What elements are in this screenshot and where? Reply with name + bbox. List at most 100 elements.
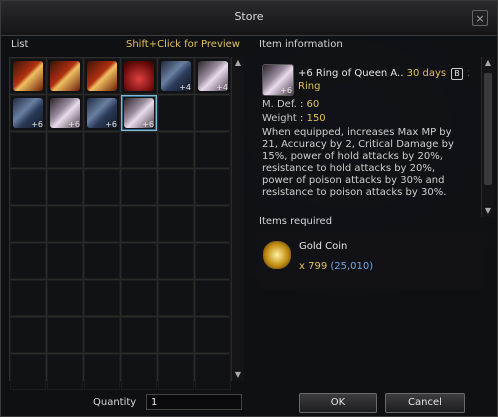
- empty-slot[interactable]: [10, 243, 46, 279]
- item-slot[interactable]: [47, 58, 83, 94]
- empty-slot[interactable]: [158, 169, 194, 205]
- item-duration: 30 days: [406, 68, 447, 79]
- cancel-button[interactable]: Cancel: [385, 393, 465, 413]
- sword-icon: [87, 61, 117, 91]
- weight-value: 150: [306, 113, 326, 124]
- empty-slot[interactable]: [158, 243, 194, 279]
- item-slot[interactable]: [10, 58, 46, 94]
- mdef-value: 60: [306, 99, 320, 110]
- sword-icon: [13, 61, 43, 91]
- empty-slot[interactable]: [195, 243, 231, 279]
- empty-slot[interactable]: [84, 206, 120, 242]
- gold-coin-icon: [263, 241, 291, 269]
- selected-item-icon: +6: [262, 64, 294, 96]
- empty-slot[interactable]: [158, 95, 194, 131]
- required-item-name: Gold Coin: [299, 241, 348, 252]
- empty-slot[interactable]: [47, 132, 83, 168]
- owned-amount: (25,010): [330, 261, 374, 272]
- store-window: Store × List Shift+Click for Preview +4 +…: [0, 0, 498, 417]
- item-slot[interactable]: [121, 58, 157, 94]
- empty-slot[interactable]: [195, 206, 231, 242]
- empty-slot[interactable]: [10, 354, 46, 390]
- scroll-down-arrow-icon[interactable]: ▼: [232, 369, 244, 381]
- info-scroll-down-arrow-icon[interactable]: ▼: [482, 205, 494, 217]
- slot-enchant-count: +6: [142, 120, 154, 129]
- item-slot[interactable]: +6: [47, 95, 83, 131]
- empty-slot[interactable]: [10, 206, 46, 242]
- slot-enchant-count: +6: [31, 120, 43, 129]
- empty-slot[interactable]: [158, 317, 194, 353]
- item-slot[interactable]: +6: [121, 95, 157, 131]
- empty-slot[interactable]: [158, 280, 194, 316]
- item-slot[interactable]: +4: [158, 58, 194, 94]
- empty-slot[interactable]: [158, 132, 194, 168]
- item-info-label: Item information: [259, 39, 343, 50]
- empty-slot[interactable]: [47, 280, 83, 316]
- quantity-input[interactable]: [146, 394, 242, 410]
- item-slot[interactable]: +6: [84, 95, 120, 131]
- item-enchant-count: +6: [280, 86, 292, 95]
- empty-slot[interactable]: [10, 132, 46, 168]
- ok-button[interactable]: OK: [299, 393, 377, 413]
- mdef-label: M. Def. :: [262, 99, 304, 110]
- empty-slot[interactable]: [121, 169, 157, 205]
- info-scrollbar[interactable]: ▲ ▼: [481, 57, 494, 217]
- slot-enchant-count: +4: [216, 83, 228, 92]
- item-slot[interactable]: +6: [10, 95, 46, 131]
- empty-slot[interactable]: [84, 317, 120, 353]
- grade-badge: B: [451, 68, 463, 80]
- slot-enchant-count: +6: [68, 120, 80, 129]
- empty-slot[interactable]: [195, 132, 231, 168]
- empty-slot[interactable]: [195, 354, 231, 390]
- empty-slot[interactable]: [121, 317, 157, 353]
- close-button[interactable]: ×: [472, 10, 488, 26]
- empty-slot[interactable]: [47, 243, 83, 279]
- empty-slot[interactable]: [84, 169, 120, 205]
- empty-slot[interactable]: [158, 354, 194, 390]
- empty-slot[interactable]: [121, 280, 157, 316]
- empty-slot[interactable]: [195, 280, 231, 316]
- empty-slot[interactable]: [10, 317, 46, 353]
- empty-slot[interactable]: [84, 243, 120, 279]
- empty-slot[interactable]: [84, 354, 120, 390]
- item-slot[interactable]: +4: [195, 58, 231, 94]
- list-label: List: [11, 39, 29, 50]
- potion-icon: [124, 61, 154, 91]
- title-bar[interactable]: Store ×: [1, 1, 497, 36]
- item-type: Ring: [298, 81, 321, 92]
- weight-stat: Weight : 150: [262, 113, 326, 124]
- empty-slot[interactable]: [158, 206, 194, 242]
- empty-slot[interactable]: [121, 206, 157, 242]
- sword-icon: [50, 61, 80, 91]
- empty-slot[interactable]: [10, 169, 46, 205]
- item-quantity: x1: [468, 68, 469, 79]
- item-slot[interactable]: [84, 58, 120, 94]
- empty-slot[interactable]: [121, 132, 157, 168]
- info-scroll-up-arrow-icon[interactable]: ▲: [482, 57, 494, 69]
- empty-slot[interactable]: [47, 206, 83, 242]
- required-item-amount: x 799 (25,010): [299, 261, 373, 272]
- empty-slot[interactable]: [10, 280, 46, 316]
- empty-slot[interactable]: [195, 169, 231, 205]
- empty-slot[interactable]: [84, 132, 120, 168]
- item-description: When equipped, increases Max MP by 21, A…: [262, 127, 454, 198]
- quantity-label: Quantity: [93, 397, 137, 408]
- item-name-line: +6 Ring of Queen A.. 30 days B x1: [298, 68, 469, 80]
- empty-slot[interactable]: [121, 243, 157, 279]
- scroll-up-arrow-icon[interactable]: ▲: [232, 57, 244, 69]
- empty-slot[interactable]: [121, 354, 157, 390]
- items-required-label: Items required: [259, 216, 333, 227]
- empty-slot[interactable]: [47, 169, 83, 205]
- item-name: +6 Ring of Queen A..: [298, 68, 404, 79]
- item-info-panel: +6 +6 Ring of Queen A.. 30 days B x1 Rin…: [259, 57, 469, 207]
- empty-slot[interactable]: [47, 354, 83, 390]
- empty-slot[interactable]: [47, 317, 83, 353]
- empty-slot[interactable]: [195, 95, 231, 131]
- list-scrollbar[interactable]: ▲ ▼: [231, 57, 244, 381]
- slot-enchant-count: +6: [105, 120, 117, 129]
- window-title: Store: [234, 10, 264, 23]
- mdef-stat: M. Def. : 60: [262, 99, 319, 110]
- info-scroll-thumb[interactable]: [484, 73, 492, 185]
- empty-slot[interactable]: [195, 317, 231, 353]
- empty-slot[interactable]: [84, 280, 120, 316]
